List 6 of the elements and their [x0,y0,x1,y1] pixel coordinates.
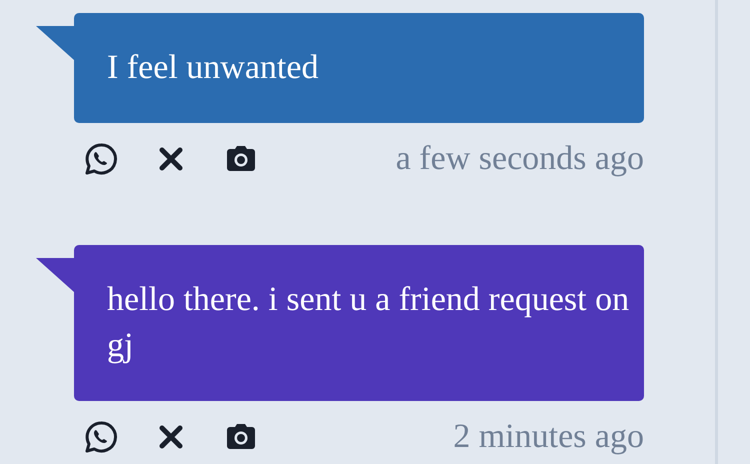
message-text: hello there. i sent u a friend request on gj [107,281,630,364]
timestamp: 2 minutes ago [453,418,644,456]
chat-icon[interactable] [83,419,119,455]
message-text: I feel unwanted [107,49,318,86]
timestamp: a few seconds ago [396,140,644,178]
chat-icon[interactable] [83,141,119,177]
